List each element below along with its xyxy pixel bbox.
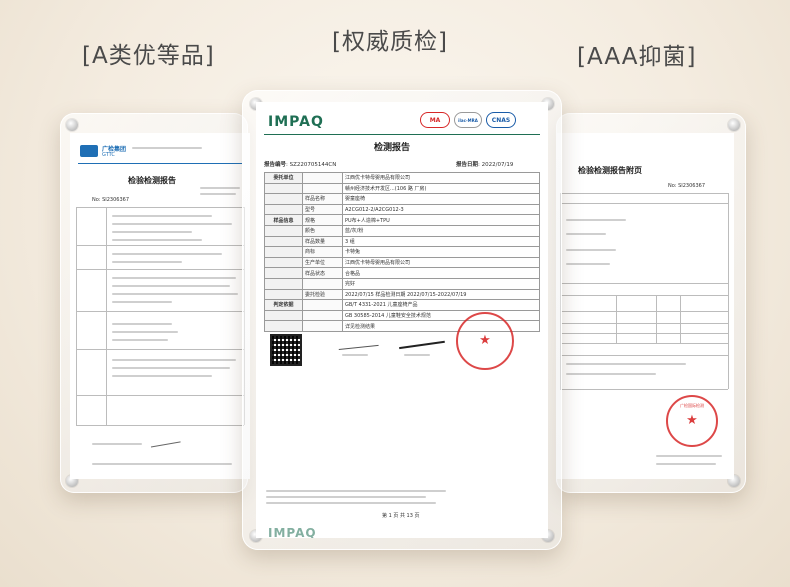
red-seal-stamp: ★ <box>456 312 514 370</box>
table-row: 颜色 蓝/灰/粉 <box>264 224 540 237</box>
right-report-paper: 检验检测报告附页 No: SI2306367 广检国际检测 ★ <box>556 133 734 479</box>
row-group <box>264 235 303 248</box>
row-group <box>264 224 303 237</box>
row-group <box>264 203 303 216</box>
heading-aaa-antibacterial: [AAA抑菌] <box>577 44 697 70</box>
heading-a-grade: [A类优等品] <box>82 43 215 69</box>
row-value: 江西优卡特母婴用品有限公司 <box>342 172 540 184</box>
row-key: 样品名称 <box>302 193 343 205</box>
row-key: 型号 <box>302 203 343 216</box>
screw-icon <box>728 119 740 131</box>
row-group <box>264 256 303 269</box>
row-group: 样品信息 <box>264 214 303 226</box>
red-seal-stamp: 广检国际检测 ★ <box>666 395 718 447</box>
impaq-footer-logo: IMPAQ <box>268 526 317 538</box>
row-value: GB/T 4331-2021 儿童座椅产品 <box>342 299 540 311</box>
table-row: 样品状态 合格品 <box>264 267 540 279</box>
table-row: 样品数量 3 组 <box>264 235 540 248</box>
left-report-title: 检验检测报告 <box>128 176 176 185</box>
center-page-number: 第 1 页 共 13 页 <box>382 513 420 519</box>
table-row: 型号 A2CG012-2/A2CG012-3 <box>264 203 540 216</box>
left-certificate-plaque: 广检集团 GTTC 检验检测报告 No: SI2306367 <box>60 113 250 493</box>
row-value: 卡特兔 <box>342 246 540 258</box>
row-value: 完好 <box>342 277 540 290</box>
signature-1 <box>337 331 379 351</box>
row-value: PU布+人造棉+TPU <box>342 214 540 226</box>
row-key: 委托检验 <box>302 288 343 301</box>
row-value: A2CG012-2/A2CG012-3 <box>342 203 540 216</box>
ilac-badge-icon: ilac-MRA <box>454 112 482 128</box>
left-org-sub: GTTC <box>102 152 115 158</box>
row-group <box>264 288 303 301</box>
row-group: 判定依据 <box>264 299 303 311</box>
table-row: 完好 <box>264 277 540 290</box>
row-key <box>302 172 343 184</box>
left-report-no: No: SI2306367 <box>92 197 129 203</box>
row-key: 商标 <box>302 246 343 258</box>
row-key <box>302 299 343 311</box>
row-key: 颜色 <box>302 224 343 237</box>
table-row: 委托单位 江西优卡特母婴用品有限公司 <box>264 172 540 184</box>
row-value: 赣州经济技术开发区...(106 路 厂房) <box>342 182 540 195</box>
center-report-title: 检测报告 <box>374 143 411 153</box>
row-value: GB 30585-2014 儿童鞋安全技术规范 <box>342 309 540 322</box>
row-group <box>264 267 303 279</box>
table-row: 赣州经济技术开发区...(106 路 厂房) <box>264 182 540 195</box>
row-value: 合格品 <box>342 267 540 279</box>
table-row: 样品信息 规格 PU布+人造棉+TPU <box>264 214 540 226</box>
row-group <box>264 320 303 332</box>
impaq-logo: IMPAQ <box>268 114 324 130</box>
row-value: 蓝/灰/粉 <box>342 224 540 237</box>
center-certificate-plaque: IMPAQ MA ilac-MRA CNAS 检测报告 报告编号: SZ2207… <box>242 90 562 550</box>
row-value: 婴童座椅 <box>342 193 540 205</box>
row-group <box>264 309 303 322</box>
row-group <box>264 246 303 258</box>
row-key: 规格 <box>302 214 343 226</box>
row-value: 2022/07/15 样品检测日期 2022/07/15-2022/07/19 <box>342 288 540 301</box>
row-key <box>302 309 343 322</box>
qr-code-icon <box>270 334 302 366</box>
center-report-paper: IMPAQ MA ilac-MRA CNAS 检测报告 报告编号: SZ2207… <box>256 102 548 538</box>
table-row: 判定依据 GB/T 4331-2021 儿童座椅产品 <box>264 299 540 311</box>
row-key <box>302 320 343 332</box>
row-value: 3 组 <box>342 235 540 248</box>
cma-badge-icon: MA <box>420 112 450 128</box>
screw-icon <box>66 119 78 131</box>
row-group <box>264 277 303 290</box>
table-row: 样品名称 婴童座椅 <box>264 193 540 205</box>
left-report-paper: 广检集团 GTTC 检验检测报告 No: SI2306367 <box>70 133 250 479</box>
row-key <box>302 277 343 290</box>
cnas-badge-icon: CNAS <box>486 112 516 128</box>
center-report-no: 报告编号: SZ220705144CN <box>264 162 337 168</box>
table-row: 生产单位 江西优卡特母婴用品有限公司 <box>264 256 540 269</box>
gttc-logo-icon <box>80 145 98 157</box>
row-group <box>264 193 303 205</box>
row-key: 生产单位 <box>302 256 343 269</box>
right-report-title: 检验检测报告附页 <box>578 166 642 175</box>
table-row: 委托检验 2022/07/15 样品检测日期 2022/07/15-2022/07… <box>264 288 540 301</box>
row-value: 江西优卡特母婴用品有限公司 <box>342 256 540 269</box>
table-row: 商标 卡特兔 <box>264 246 540 258</box>
row-key: 样品状态 <box>302 267 343 279</box>
heading-authority-inspection: [权威质检] <box>332 29 448 55</box>
row-group: 委托单位 <box>264 172 303 184</box>
right-certificate-plaque: 检验检测报告附页 No: SI2306367 广检国际检测 ★ <box>556 113 746 493</box>
right-report-no: No: SI2306367 <box>668 183 705 189</box>
row-key <box>302 182 343 195</box>
row-group <box>264 182 303 195</box>
center-report-table: 委托单位 江西优卡特母婴用品有限公司 赣州经济技术开发区...(106 路 厂房) 样… <box>264 172 540 332</box>
center-report-date: 报告日期: 2022/07/19 <box>456 162 514 168</box>
row-key: 样品数量 <box>302 235 343 248</box>
